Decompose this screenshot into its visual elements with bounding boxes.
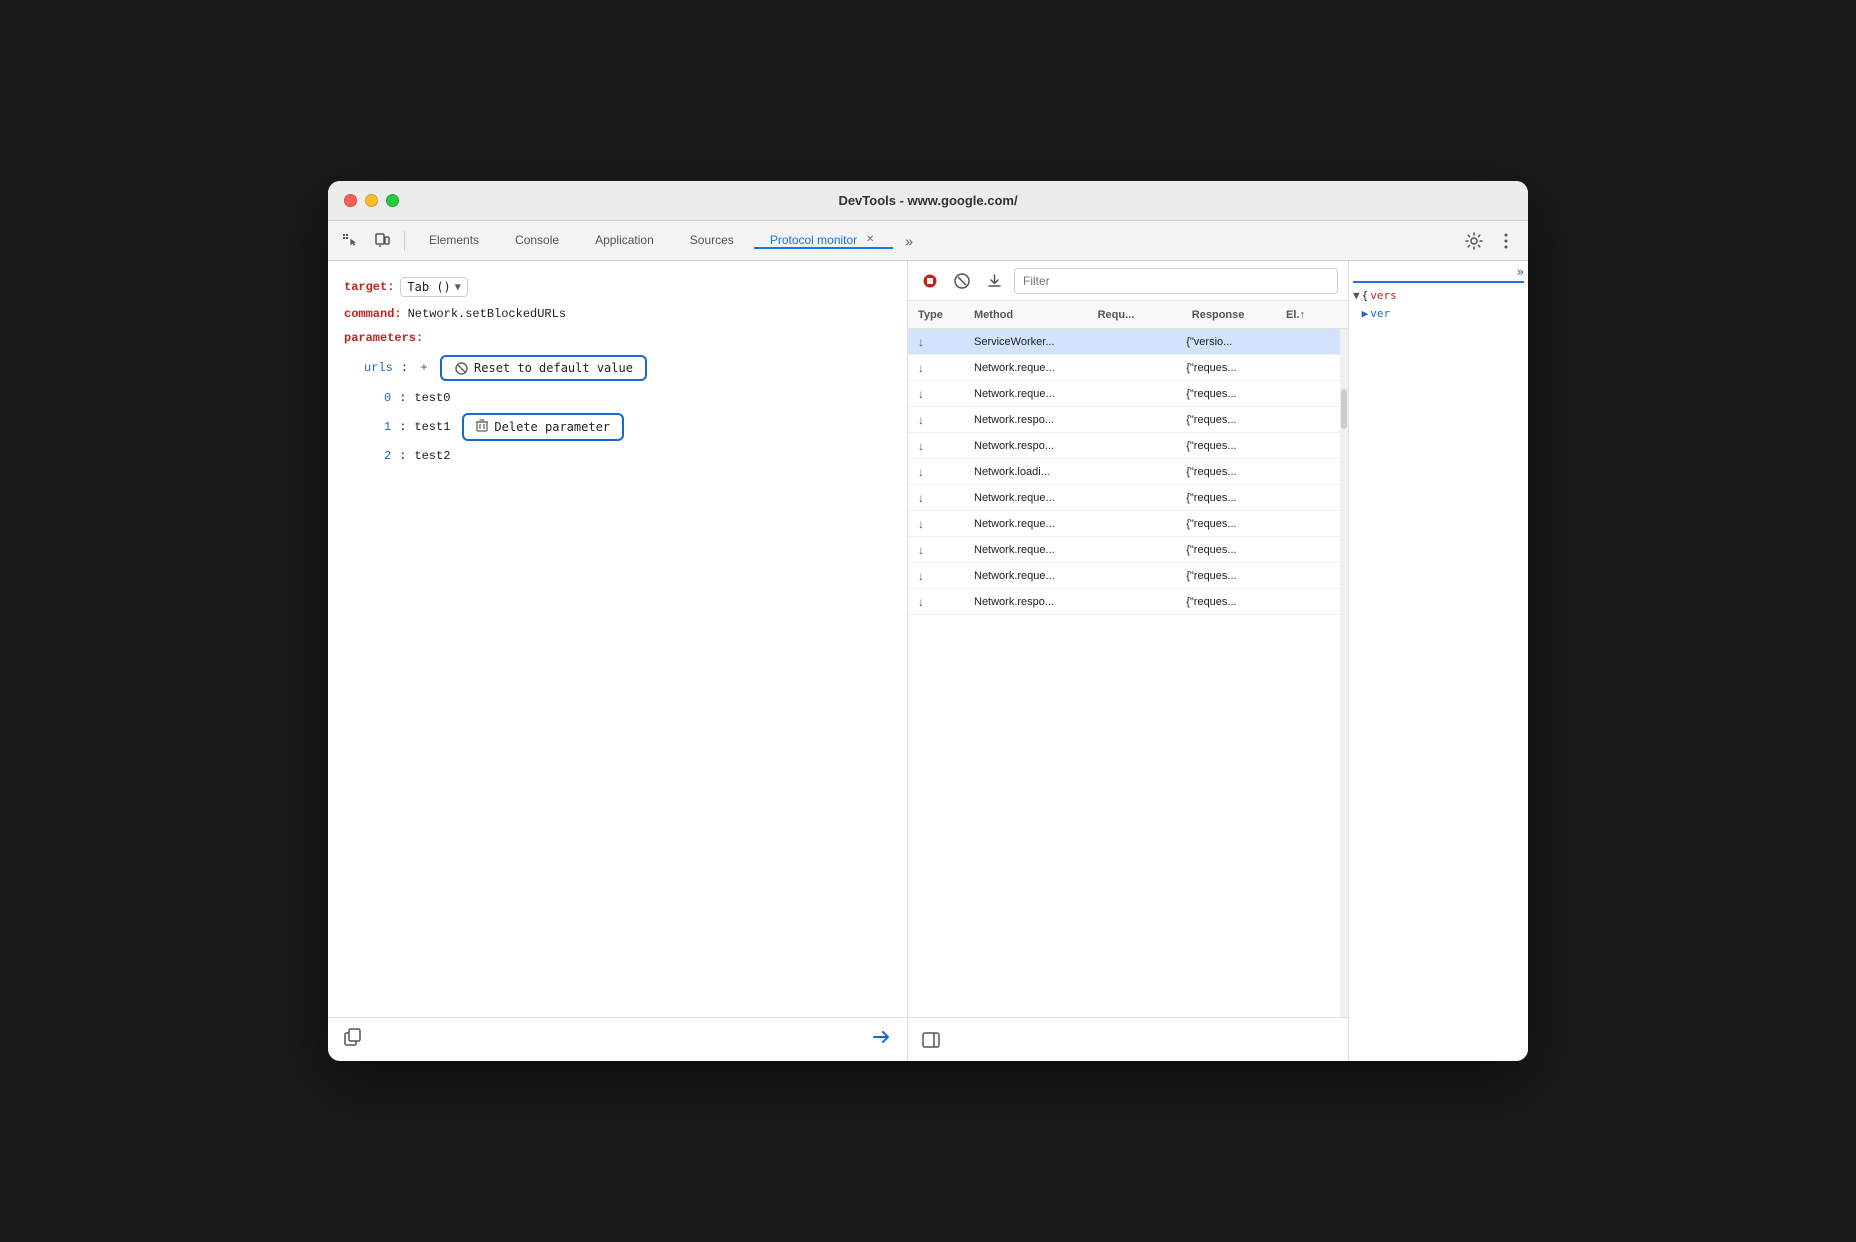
table-body: ↓ ServiceWorker... {"versio... ↓ Network… [908,329,1340,1017]
table-row[interactable]: ↓ Network.reque... {"reques... [908,381,1340,407]
parameters-row: parameters: [344,331,891,345]
titlebar: DevTools - www.google.com/ [328,181,1528,221]
param-colon-1: : [399,420,406,434]
reset-to-default-button[interactable]: Reset to default value [440,355,647,381]
more-options-icon[interactable] [1492,227,1520,255]
protocol-table-area: Type Method Requ... Response El.↑ ↓ [908,261,1348,1061]
col-response-header: Response [1186,309,1280,321]
detail-key: ver [1370,305,1390,323]
reset-icon [454,361,468,375]
left-panel: target: Tab () ▼ command: Network.setBlo… [328,261,908,1061]
table-row[interactable]: ↓ ServiceWorker... {"versio... [908,329,1340,355]
clear-icon[interactable] [950,269,974,293]
param-value-0: test0 [414,391,450,405]
cursor-icon[interactable] [336,227,364,255]
col-request-header: Requ... [1092,309,1186,321]
scrollbar-thumb[interactable] [1341,389,1347,429]
detail-more-icon[interactable]: » [1517,265,1524,279]
toolbar-right [1460,227,1520,255]
tab-application[interactable]: Application [579,233,670,249]
trash-icon [476,419,488,435]
table-row[interactable]: ↓ Network.reque... {"reques... [908,355,1340,381]
target-row: target: Tab () ▼ [344,277,891,297]
window-title: DevTools - www.google.com/ [838,193,1017,208]
param-value-1: test1 [414,420,450,434]
table-row[interactable]: ↓ Network.reque... {"reques... [908,511,1340,537]
expand-icon[interactable]: ▼ [1353,287,1360,305]
send-button[interactable] [871,1028,891,1052]
stop-recording-icon[interactable] [918,269,942,293]
col-type-header: Type [908,309,968,321]
row-type: ↓ [908,335,968,349]
urls-label: urls [364,361,393,375]
table-row[interactable]: ↓ Network.reque... {"reques... [908,563,1340,589]
right-footer [908,1017,1348,1061]
table-row[interactable]: ↓ Network.respo... {"reques... [908,589,1340,615]
detail-brace: { [1362,287,1369,305]
param-index-2: 2 [384,449,391,463]
param-item-2: 2 : test2 [384,449,891,463]
command-row: command: Network.setBlockedURLs [344,307,891,321]
scrollbar-track[interactable] [1340,329,1348,1017]
row-response: {"versio... [1180,336,1272,348]
table-row[interactable]: ↓ Network.reque... {"reques... [908,537,1340,563]
dropdown-arrow-icon: ▼ [455,282,461,293]
parameters-label: parameters: [344,331,423,345]
top-toolbar: Elements Console Application Sources Pro… [328,221,1528,261]
close-button[interactable] [344,194,357,207]
param-item-1: 1 : test1 [384,413,891,441]
download-icon[interactable] [982,269,1006,293]
param-value-2: test2 [414,449,450,463]
settings-icon[interactable] [1460,227,1488,255]
add-url-icon[interactable]: + [416,360,432,376]
reset-button-label: Reset to default value [474,361,633,375]
table-row[interactable]: ↓ Network.loadi... {"reques... [908,459,1340,485]
param-colon-2: : [399,449,406,463]
col-elapsed-header: El.↑ [1280,309,1340,321]
detail-row-1: ▼ ▶ ver [1353,305,1524,323]
param-colon-0: : [399,391,406,405]
tab-sources[interactable]: Sources [674,233,750,249]
table-row[interactable]: ↓ Network.respo... {"reques... [908,407,1340,433]
command-label: command: [344,307,402,321]
param-index-1: 1 [384,420,391,434]
traffic-lights [344,194,399,207]
devtools-window: DevTools - www.google.com/ [328,181,1528,1061]
left-footer [328,1017,907,1061]
tab-close-icon[interactable]: ✕ [863,233,877,247]
target-label: target: [344,280,394,294]
more-tabs-icon[interactable]: » [897,233,921,249]
devtools-body: Elements Console Application Sources Pro… [328,221,1528,1061]
filter-input[interactable] [1014,268,1338,294]
minimize-button[interactable] [365,194,378,207]
main-area: target: Tab () ▼ command: Network.setBlo… [328,261,1528,1061]
col-method-header: Method [968,309,1092,321]
param-item-0: 0 : test0 [384,391,891,405]
command-value: Network.setBlockedURLs [408,307,566,321]
tab-elements[interactable]: Elements [413,233,495,249]
detail-panel: » ▼ { vers ▼ ▶ ver [1348,261,1528,1061]
tab-console[interactable]: Console [499,233,575,249]
maximize-button[interactable] [386,194,399,207]
table-row[interactable]: ↓ Network.reque... {"reques... [908,485,1340,511]
protocol-toolbar [908,261,1348,301]
target-select[interactable]: Tab () ▼ [400,277,467,297]
urls-row: urls : + Reset to default value [364,355,891,381]
urls-colon: : [401,361,408,375]
detail-row-0: ▼ { vers [1353,287,1524,305]
tab-protocol-monitor[interactable]: Protocol monitor ✕ [754,233,893,249]
delete-parameter-button[interactable]: Delete parameter [462,413,624,441]
table-header: Type Method Requ... Response El.↑ [908,301,1348,329]
toggle-sidebar-icon[interactable] [918,1027,944,1053]
copy-icon[interactable] [344,1028,362,1051]
table-row[interactable]: ↓ Network.respo... {"reques... [908,433,1340,459]
toolbar-divider [404,231,405,251]
param-index-0: 0 [384,391,391,405]
expand-icon-2[interactable]: ▶ [1362,305,1369,323]
device-icon[interactable] [368,227,396,255]
delete-button-label: Delete parameter [494,420,610,434]
row-method: ServiceWorker... [968,336,1088,348]
detail-value: vers [1370,287,1397,305]
right-panel: Type Method Requ... Response El.↑ ↓ [908,261,1528,1061]
